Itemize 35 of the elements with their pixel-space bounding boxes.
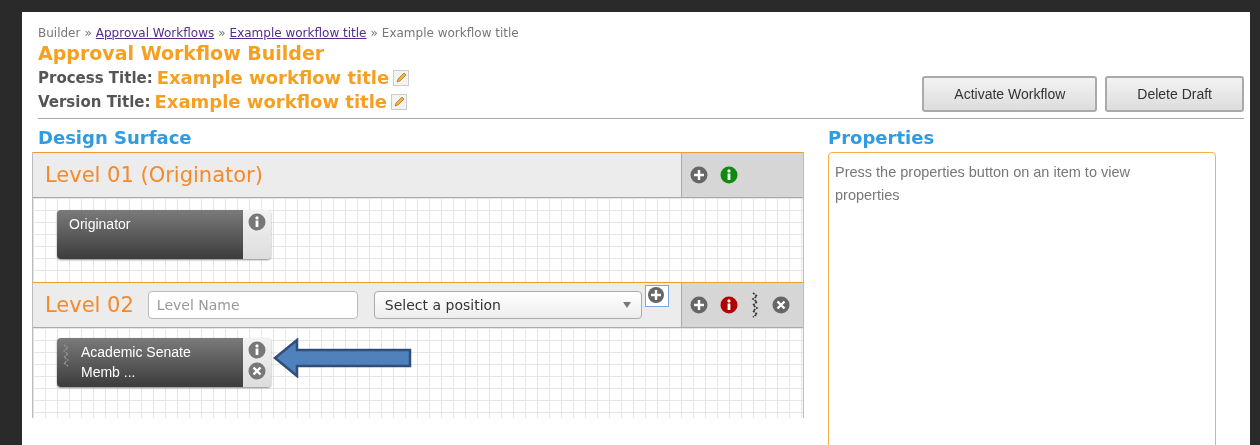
drag-handle-icon[interactable] [750,292,760,318]
node-label: Academic Senate Memb ... [81,343,192,381]
close-icon[interactable] [772,296,790,314]
section-heading: Properties [828,126,936,150]
position-dropdown[interactable]: Select a position [373,291,642,319]
breadcrumb-link[interactable]: Example workflow title [229,26,367,40]
title-value: Example workflow title [156,67,390,88]
page-title: Approval Workflow Builder [38,42,326,64]
breadcrumb-link[interactable]: Approval Workflows [95,26,215,40]
pencil-icon[interactable] [393,69,410,86]
level-title: Level 01 (Originator) [44,163,264,187]
level-name-field[interactable]: Level Name [147,291,358,319]
info-icon[interactable] [248,341,266,359]
level-title: Level 02 [44,293,135,317]
title-label: Version Title: [38,92,151,111]
properties-message: Press the properties button on an item to view properties [835,163,1131,205]
add-icon[interactable] [690,296,708,314]
add-icon[interactable] [690,166,708,184]
action-button[interactable]: Activate Workflow [922,76,1098,112]
title-label: Process Title: [38,68,153,87]
info-icon[interactable] [720,296,738,314]
breadcrumb-item: Example workflow title [381,26,519,40]
breadcrumb-item: Builder [38,26,81,40]
title-value: Example workflow title [154,91,388,112]
info-icon[interactable] [720,166,738,184]
breadcrumb-separator: » [370,26,378,40]
node-label: Originator [69,215,132,234]
pencil-icon[interactable] [391,93,408,110]
section-heading: Design Surface [37,126,193,150]
action-button[interactable]: Delete Draft [1105,76,1244,112]
breadcrumb-separator: » [84,26,92,40]
breadcrumb-separator: » [218,26,226,40]
close-icon[interactable] [248,362,266,380]
info-icon[interactable] [248,213,266,231]
add-icon[interactable] [644,285,669,307]
